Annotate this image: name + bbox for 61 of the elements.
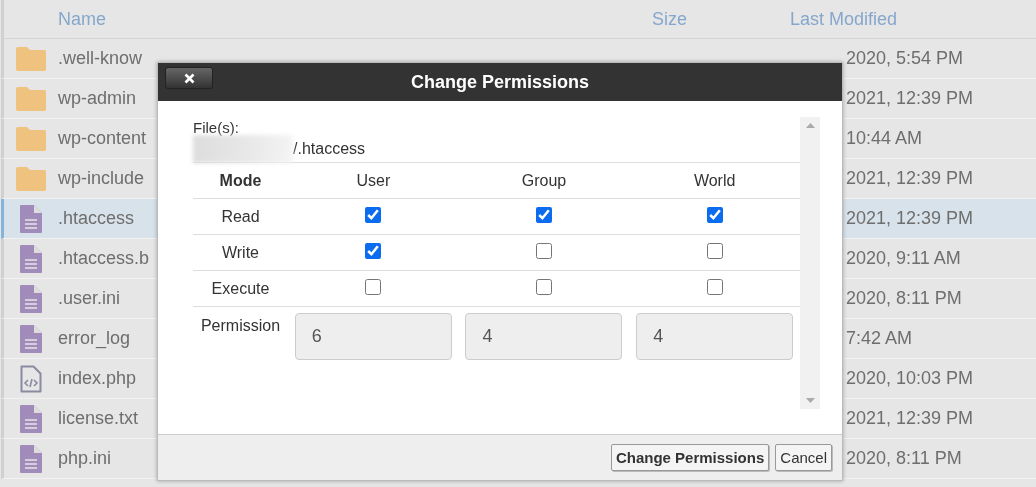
folder-icon: [16, 166, 46, 191]
permission-checkbox[interactable]: [536, 206, 552, 223]
file-name: wp-include: [58, 168, 146, 189]
scroll-down-icon: [805, 398, 815, 403]
files-label: File(s):: [193, 119, 240, 136]
modified-date: 2020, 8:11 PM: [846, 448, 963, 469]
mode-label: Execute: [193, 270, 288, 307]
column-header: Group: [458, 163, 630, 199]
scrollbar[interactable]: [800, 117, 820, 409]
code-file-icon: [20, 364, 42, 393]
modified-date: 2021, 12:39 PM: [846, 208, 975, 229]
file-name: error_log: [58, 328, 132, 349]
confirm-button[interactable]: Change Permissions: [610, 444, 770, 471]
document-icon: [20, 204, 42, 233]
permission-label: Permission: [193, 306, 288, 373]
document-icon: [20, 284, 42, 313]
file-path: /.htaccess: [293, 140, 366, 158]
file-name: wp-admin: [58, 88, 138, 109]
file-name: wp-content: [58, 128, 148, 149]
mode-label: Read: [193, 198, 288, 235]
folder-icon: [16, 86, 46, 111]
cancel-button[interactable]: Cancel: [775, 444, 832, 471]
modified-date: 2020, 5:54 PM: [846, 48, 965, 69]
file-name: index.php: [58, 368, 138, 389]
file-name: .user.ini: [58, 288, 122, 309]
permission-checkbox[interactable]: [706, 206, 723, 223]
permission-field[interactable]: 4: [465, 313, 623, 360]
permission-checkbox[interactable]: [536, 242, 552, 259]
permission-checkbox[interactable]: [706, 242, 723, 259]
folder-icon: [16, 126, 46, 151]
permission-field[interactable]: 4: [636, 313, 794, 360]
modified-date: 2021, 12:39 PM: [846, 168, 975, 189]
permission-field[interactable]: 6: [294, 313, 452, 360]
document-icon: [20, 404, 42, 433]
close-button[interactable]: [165, 67, 213, 89]
permission-checkbox[interactable]: [536, 278, 552, 295]
modified-date: 2020, 10:03 PM: [846, 368, 975, 389]
document-icon: [20, 444, 42, 473]
modified-date: 2021, 12:39 PM: [846, 408, 975, 429]
modified-date: 2020, 8:11 PM: [846, 288, 963, 309]
file-name: .htaccess.b: [58, 248, 151, 269]
folder-icon: [16, 46, 46, 71]
modified-date: 2020, 9:11 AM: [846, 248, 962, 269]
permission-checkbox[interactable]: [365, 206, 382, 223]
column-header: Mode: [193, 163, 288, 199]
modified-date: 2021, 12:39 PM: [846, 88, 975, 109]
document-icon: [20, 324, 42, 353]
permission-checkbox[interactable]: [706, 278, 723, 295]
scroll-up-icon: [805, 123, 815, 128]
file-name: license.txt: [58, 408, 140, 429]
modified-date: 10:44 AM: [846, 128, 924, 149]
file-name: .well-know: [58, 48, 144, 69]
close-icon: [183, 72, 195, 84]
mode-label: Write: [193, 234, 288, 271]
permission-checkbox[interactable]: [365, 278, 382, 295]
permission-checkbox[interactable]: [365, 242, 382, 259]
modified-date: 7:42 AM: [846, 328, 914, 349]
file-name: php.ini: [58, 448, 113, 469]
file-name: .htaccess: [58, 208, 136, 229]
column-header: User: [288, 163, 459, 199]
document-icon: [20, 244, 42, 273]
